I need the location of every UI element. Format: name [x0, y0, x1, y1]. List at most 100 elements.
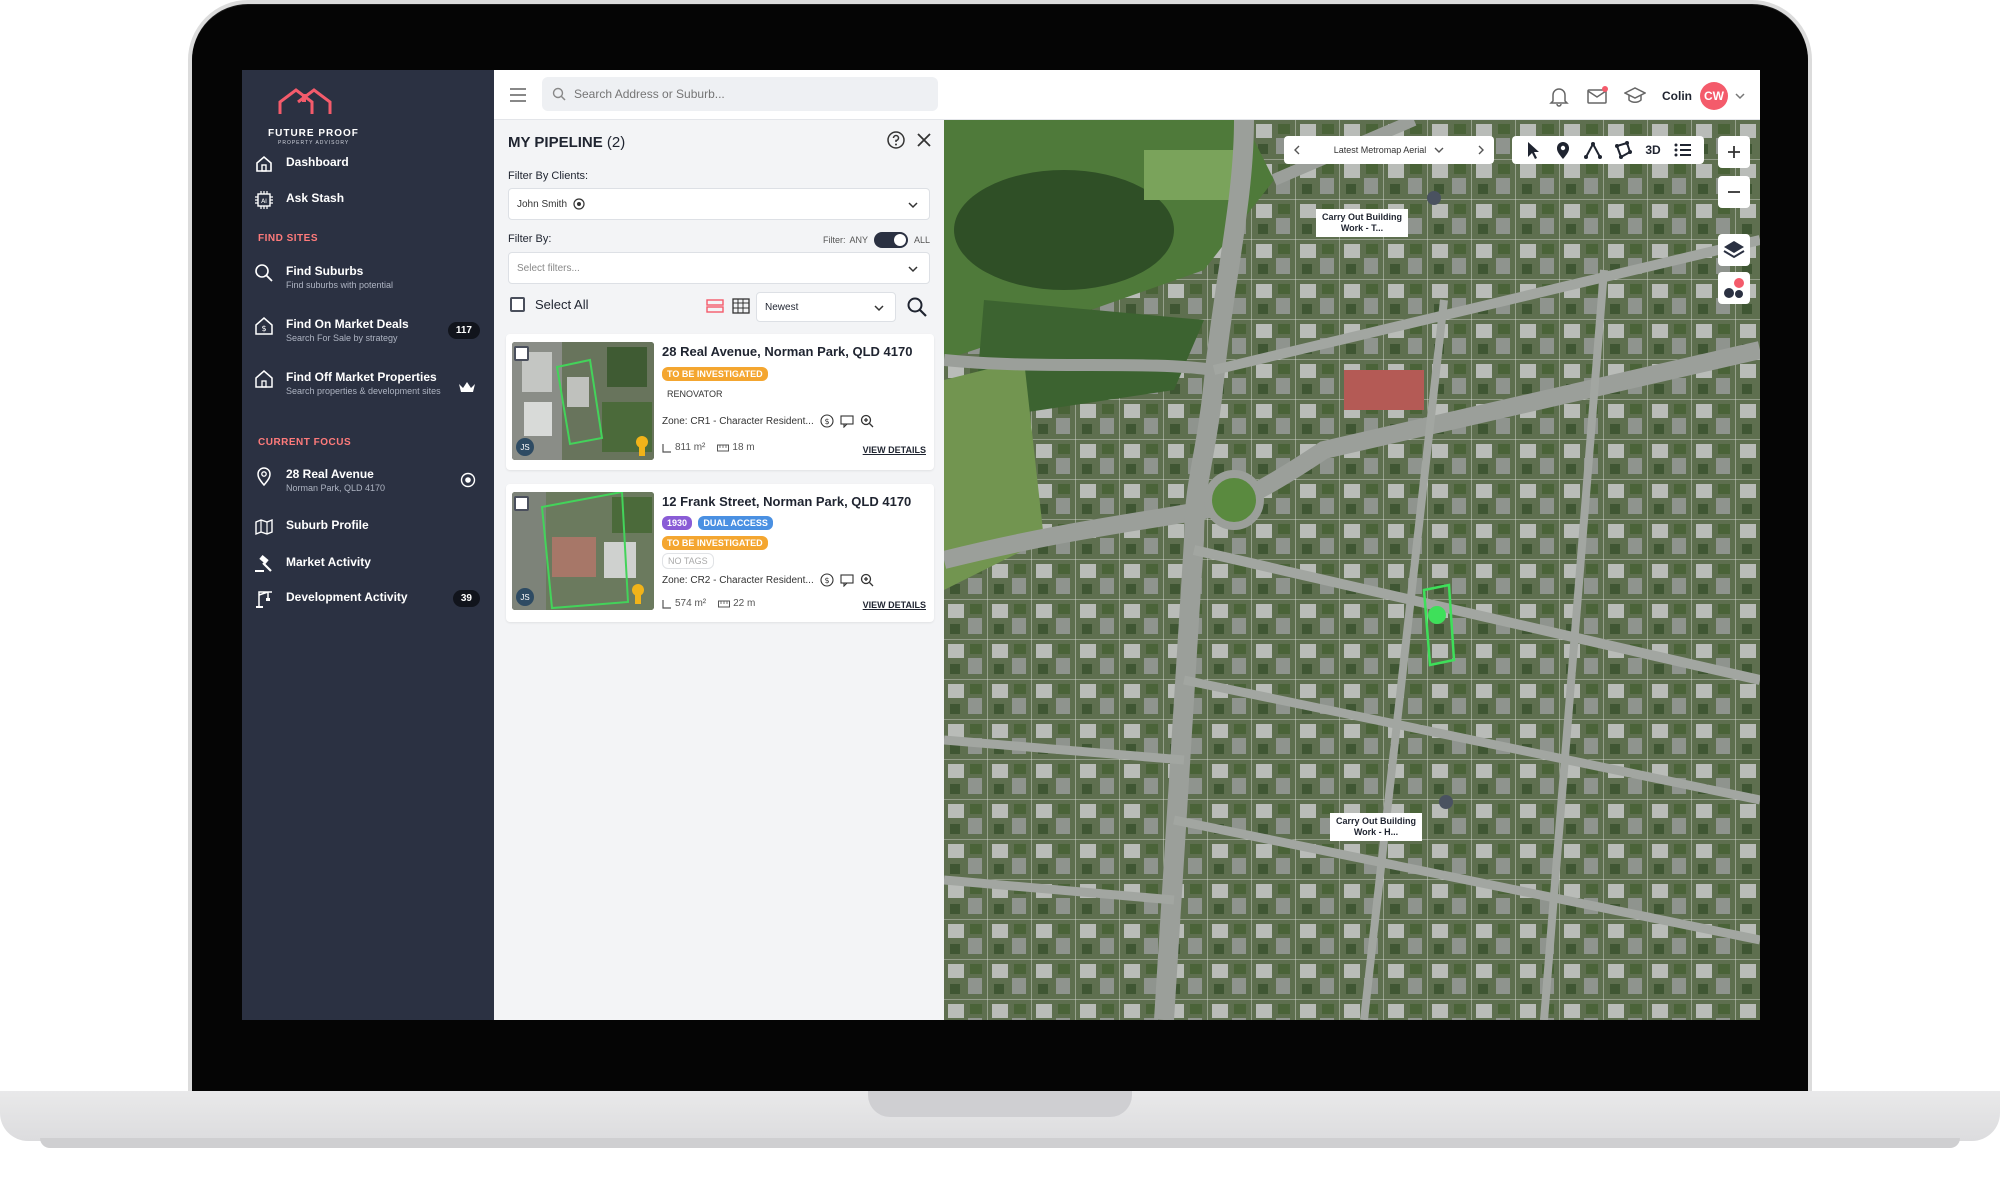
view-details-link[interactable]: VIEW DETAILS	[863, 445, 926, 455]
sidebar-item-sublabel: Search For Sale by strategy	[286, 333, 398, 343]
zoom-out-button[interactable]	[1718, 176, 1750, 208]
dots-icon	[1724, 278, 1744, 298]
help-icon[interactable]	[886, 130, 906, 150]
polygon-draw-icon[interactable]	[1613, 140, 1633, 160]
sidebar-item-sublabel: Norman Park, QLD 4170	[286, 483, 386, 493]
target-icon	[573, 198, 585, 210]
dollar-icon[interactable]: $	[820, 573, 834, 587]
sidebar-item-label: Market Activity	[286, 555, 371, 569]
sidebar-item-dashboard[interactable]: Dashboard	[254, 154, 486, 174]
card-tags-secondary: RENOVATOR	[662, 386, 731, 401]
aerial-imagery	[944, 120, 1760, 1020]
on-market-count-badge: 117	[447, 322, 480, 339]
menu-icon[interactable]	[508, 86, 528, 104]
user-avatar[interactable]: CW	[1700, 82, 1728, 110]
clear-focus-icon[interactable]	[460, 472, 476, 488]
panel-title-text: MY PIPELINE	[508, 134, 603, 151]
sort-select[interactable]: Newest	[756, 292, 896, 322]
home-icon	[256, 155, 272, 172]
property-address[interactable]: 28 Real Avenue, Norman Park, QLD 4170	[662, 344, 912, 359]
card-tags-secondary: TO BE INVESTIGATED	[662, 535, 771, 550]
address-search[interactable]	[542, 77, 938, 111]
annotation-line-2: Work - T...	[1340, 223, 1384, 233]
card-view-icon[interactable]	[706, 298, 724, 314]
zoom-in-button[interactable]	[1718, 136, 1750, 168]
aerial-photo	[512, 342, 654, 460]
chevron-down-icon[interactable]	[1734, 90, 1746, 102]
frontage-icon	[718, 600, 731, 607]
property-aerial-thumbnail[interactable]: JS	[512, 342, 654, 460]
comment-icon[interactable]	[840, 414, 854, 428]
filters-select[interactable]: Select filters...	[508, 252, 930, 284]
toggle-knob	[893, 234, 906, 246]
sidebar-item-find-suburbs[interactable]: Find Suburbs Find suburbs with potential	[254, 263, 486, 291]
bell-icon[interactable]	[1548, 85, 1570, 107]
sidebar-item-development-activity[interactable]: Development Activity	[254, 589, 486, 609]
minus-icon	[1728, 191, 1740, 193]
property-card[interactable]: JS 28 Real Avenue, Norman Park, QLD 4170…	[506, 334, 934, 470]
crown-icon	[459, 382, 475, 392]
select-all[interactable]: Select All	[510, 297, 588, 312]
layers-button[interactable]	[1718, 234, 1750, 266]
property-address[interactable]: 12 Frank Street, Norman Park, QLD 4170	[662, 494, 911, 509]
panel-title: MY PIPELINE (2)	[508, 134, 625, 151]
3d-toggle[interactable]: 3D	[1643, 140, 1663, 160]
client-select[interactable]: John Smith	[508, 188, 930, 220]
land-area: 574 m²	[675, 598, 707, 609]
top-actions: Colin CW	[1548, 82, 1746, 110]
search-icon	[552, 87, 566, 101]
sidebar-item-label: Dashboard	[286, 155, 349, 169]
table-view-icon[interactable]	[732, 298, 750, 314]
search-input[interactable]	[574, 87, 914, 101]
sidebar-item-suburb-profile[interactable]: Suburb Profile	[254, 517, 486, 537]
sidebar-item-find-off-market[interactable]: Find Off Market Properties Search proper…	[254, 369, 486, 397]
filter-any-label: ANY	[849, 235, 868, 245]
mail-icon[interactable]	[1586, 85, 1608, 107]
property-stats: 574 m² 22 m	[662, 598, 767, 609]
close-icon[interactable]	[914, 130, 934, 150]
map-pin-icon[interactable]	[1553, 140, 1573, 160]
map-annotation-label[interactable]: Carry Out Building Work - T...	[1316, 209, 1409, 237]
view-details-link[interactable]: VIEW DETAILS	[863, 600, 926, 610]
chevron-right-icon[interactable]	[1476, 145, 1486, 155]
land-area-icon	[662, 599, 671, 609]
zoom-in-icon[interactable]	[860, 573, 874, 587]
aerial-map[interactable]: Latest Metromap Aerial 3D Carry Out Buil…	[944, 120, 1760, 1020]
measure-line-icon[interactable]	[1583, 140, 1603, 160]
svg-text:$: $	[824, 417, 829, 426]
annotation-line-1: Carry Out Building	[1322, 212, 1403, 222]
dots-legend-button[interactable]	[1718, 272, 1750, 304]
brand-logo[interactable]: FUTURE PROOF PROPERTY ADVISORY	[256, 82, 376, 146]
ai-chip-icon: AI	[255, 191, 273, 209]
list-icon[interactable]	[1673, 140, 1693, 160]
svg-text:$: $	[824, 576, 829, 585]
user-name[interactable]: Colin	[1662, 89, 1692, 103]
filter-mode-toggle[interactable]: Filter: ANY ALL	[823, 232, 930, 248]
toggle-switch[interactable]	[873, 232, 908, 248]
card-checkbox[interactable]	[514, 496, 529, 511]
basemap-selector[interactable]: Latest Metromap Aerial	[1284, 136, 1494, 164]
graduation-cap-icon[interactable]	[1624, 85, 1646, 107]
property-card[interactable]: JS 12 Frank Street, Norman Park, QLD 417…	[506, 484, 934, 622]
frontage: 18 m	[732, 442, 755, 453]
client-select-value: John Smith	[517, 198, 568, 210]
house-dollar-icon: $	[255, 317, 273, 335]
sidebar-item-current-focus[interactable]: 28 Real Avenue Norman Park, QLD 4170	[254, 466, 486, 494]
zoom-in-icon[interactable]	[860, 414, 874, 428]
frontage-icon	[717, 444, 730, 451]
pointer-icon[interactable]	[1523, 140, 1543, 160]
select-all-checkbox[interactable]	[510, 297, 525, 312]
sidebar-item-ask-stash[interactable]: AI Ask Stash	[254, 190, 486, 210]
sidebar-item-market-activity[interactable]: Market Activity	[254, 554, 486, 574]
laptop-notch	[868, 1091, 1132, 1117]
crane-icon	[256, 591, 272, 608]
card-checkbox[interactable]	[514, 346, 529, 361]
property-aerial-thumbnail[interactable]: JS	[512, 492, 654, 610]
plus-icon	[1728, 146, 1740, 158]
comment-icon[interactable]	[840, 573, 854, 587]
annotation-line-1: Carry Out Building	[1336, 816, 1417, 826]
search-icon[interactable]	[906, 296, 928, 318]
chevron-left-icon[interactable]	[1292, 145, 1302, 155]
dollar-icon[interactable]: $	[820, 414, 834, 428]
map-annotation-label[interactable]: Carry Out Building Work - H...	[1330, 813, 1423, 841]
